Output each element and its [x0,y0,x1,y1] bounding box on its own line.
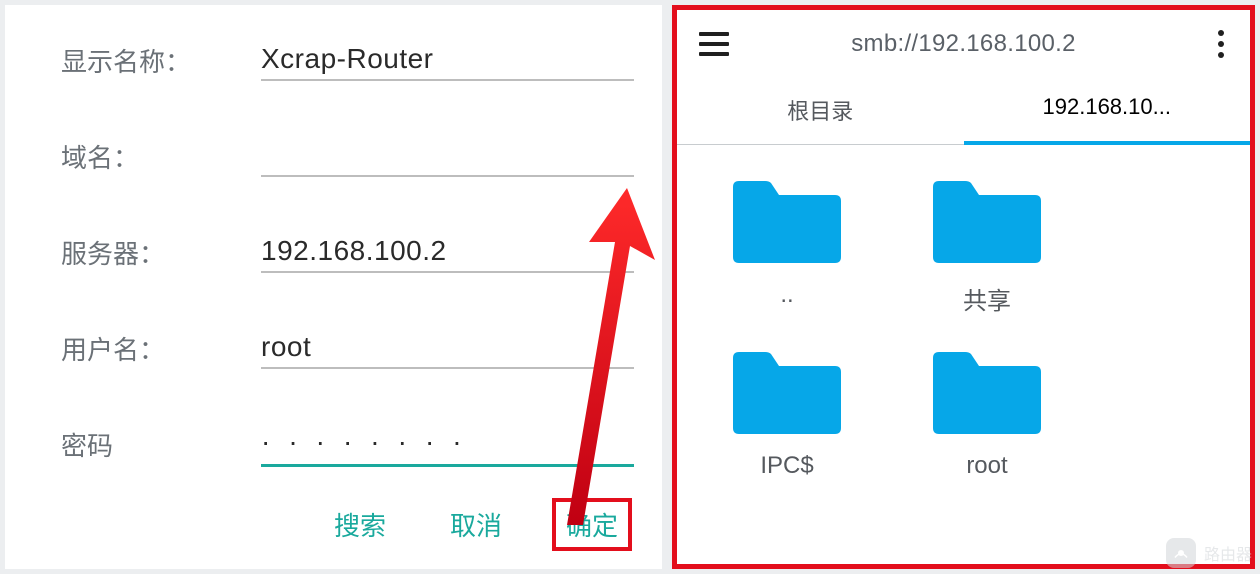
domain-input[interactable] [261,135,634,177]
domain-label: 域名： [61,138,261,175]
file-browser: smb://192.168.100.2 根目录 192.168.10... ..… [672,5,1255,569]
folder-up[interactable]: .. [707,173,867,316]
folder-icon [927,173,1047,263]
folder-grid: .. 共享 IPC$ root [677,145,1250,500]
more-icon[interactable] [1218,30,1228,58]
domain-row: 域名： [61,136,634,176]
address-text: smb://192.168.100.2 [709,30,1218,58]
folder-ipc-label: IPC$ [760,452,813,480]
folder-root[interactable]: root [907,344,1067,480]
password-row: 密码 [61,424,634,464]
folder-share-label: 共享 [963,281,1011,316]
cancel-button[interactable]: 取消 [436,498,516,551]
folder-icon [727,344,847,434]
app-bar: smb://192.168.100.2 [677,10,1250,72]
ok-button[interactable]: 确定 [552,498,632,551]
watermark: 路由器 [1166,538,1252,568]
watermark-icon [1166,538,1196,568]
watermark-text: 路由器 [1204,541,1252,565]
server-input[interactable] [261,231,634,273]
folder-up-label: .. [780,281,793,309]
password-input[interactable] [261,422,634,467]
server-label: 服务器： [61,234,261,271]
tab-root[interactable]: 根目录 [677,72,964,144]
display-name-input[interactable] [261,39,634,81]
username-label: 用户名： [61,330,261,367]
tab-ip[interactable]: 192.168.10... [964,72,1251,144]
folder-icon [927,344,1047,434]
folder-ipc[interactable]: IPC$ [707,344,867,480]
username-row: 用户名： [61,328,634,368]
display-name-row: 显示名称： [61,40,634,80]
username-input[interactable] [261,327,634,369]
password-label: 密码 [61,426,261,463]
tabs: 根目录 192.168.10... [677,72,1250,145]
folder-icon [727,173,847,263]
folder-share[interactable]: 共享 [907,173,1067,316]
action-buttons: 搜索 取消 确定 [320,498,632,551]
search-button[interactable]: 搜索 [320,498,400,551]
folder-root-label: root [966,452,1007,480]
server-row: 服务器： [61,232,634,272]
display-name-label: 显示名称： [61,42,261,79]
smb-login-dialog: 显示名称： 域名： 服务器： 用户名： 密码 搜索 取消 确定 [5,5,662,569]
